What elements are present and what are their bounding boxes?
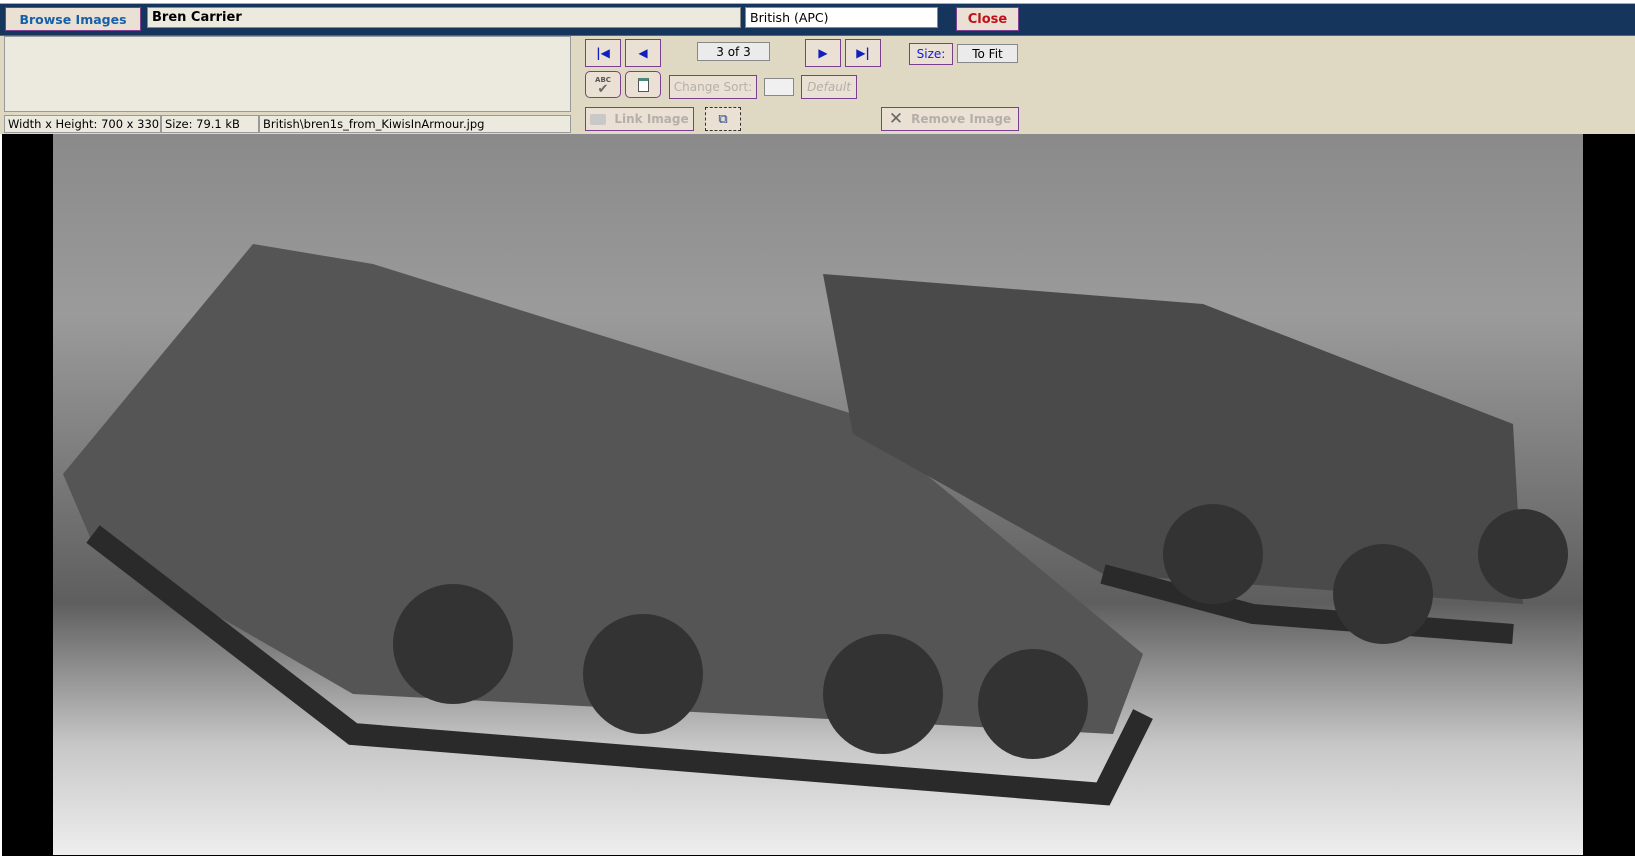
folder-icon xyxy=(590,113,607,125)
copy-button[interactable]: ⧉ xyxy=(705,107,741,131)
last-image-button[interactable]: ▶| xyxy=(845,39,881,67)
skip-first-icon: |◀ xyxy=(596,46,610,60)
link-image-button[interactable]: Link Image xyxy=(585,107,694,131)
first-image-button[interactable]: |◀ xyxy=(585,39,621,67)
close-button[interactable]: Close xyxy=(956,7,1019,31)
size-button[interactable]: Size: xyxy=(909,43,953,65)
size-mode-field[interactable]: To Fit xyxy=(957,44,1018,63)
spell-check-button[interactable]: ABC ✔ xyxy=(585,71,621,98)
file-path-text: British\bren1s_from_KiwisInArmour.jpg xyxy=(259,115,571,133)
notepad-icon xyxy=(637,77,649,92)
image-counter: 3 of 3 xyxy=(697,42,770,61)
file-size-text: Size: 79.1 kB xyxy=(161,115,259,133)
next-image-button[interactable]: ▶ xyxy=(805,39,841,67)
title-field[interactable]: Bren Carrier xyxy=(147,7,741,28)
photo-illustration xyxy=(63,244,1568,806)
dimensions-text: Width x Height: 700 x 330 xyxy=(4,115,161,133)
skip-last-icon: ▶| xyxy=(856,46,870,60)
sort-field[interactable] xyxy=(764,78,794,96)
previous-image-button[interactable]: ◀ xyxy=(625,39,661,67)
notes-area[interactable] xyxy=(4,36,571,112)
link-image-label: Link Image xyxy=(614,112,689,126)
change-sort-button[interactable]: Change Sort: xyxy=(669,75,757,99)
close-x-icon: ✕ xyxy=(888,109,904,129)
next-icon: ▶ xyxy=(818,46,828,60)
notes-button[interactable] xyxy=(625,71,661,98)
previous-icon: ◀ xyxy=(638,46,648,60)
checkmark-icon: ✔ xyxy=(597,81,609,97)
remove-image-label: Remove Image xyxy=(911,112,1012,126)
displayed-photo xyxy=(53,134,1583,855)
copy-icon: ⧉ xyxy=(718,111,728,127)
browse-images-button[interactable]: Browse Images xyxy=(5,7,141,31)
category-field[interactable]: British (APC) xyxy=(745,7,938,28)
default-sort-button[interactable]: Default xyxy=(801,75,857,99)
remove-image-button[interactable]: ✕ Remove Image xyxy=(881,107,1019,131)
